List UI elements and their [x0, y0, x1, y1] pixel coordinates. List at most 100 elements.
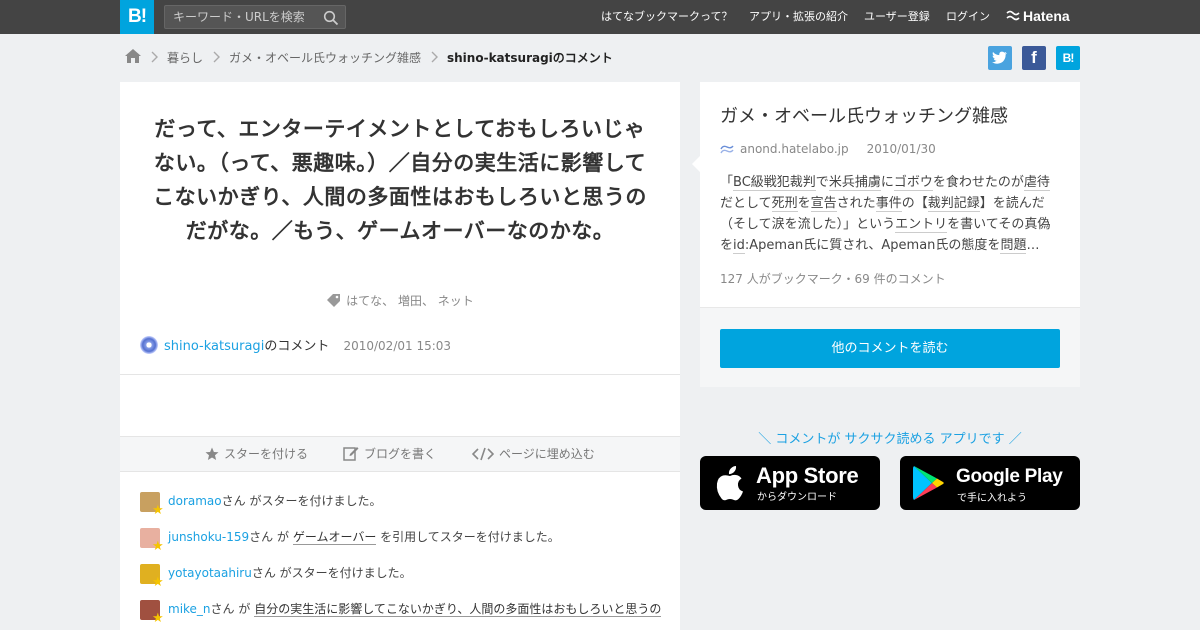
quoted-text[interactable]: 自分の実生活に影響してこないかぎり、人間の多面性はおもしろいと思うの	[254, 602, 662, 617]
star-user-link[interactable]: junshoku-159	[168, 530, 249, 544]
comment-tags: はてな、 増田、 ネット	[120, 292, 680, 309]
nav-login-link[interactable]: ログイン	[946, 0, 990, 34]
chevron-right-icon	[151, 51, 158, 63]
hatena-brand-link[interactable]: Hatena	[1006, 0, 1070, 34]
author-link[interactable]: shino-katsuragi	[164, 339, 264, 354]
tag-icon	[327, 294, 341, 307]
keyword-link[interactable]: 問題	[1000, 238, 1027, 254]
comment-card: だって、エンターテイメントとしておもしろいじゃない。（って、悪趣味。）／自分の実…	[120, 82, 680, 630]
share-twitter-button[interactable]	[988, 46, 1012, 70]
star-icon: ★	[152, 539, 164, 554]
breadcrumb-category[interactable]: 暮らし	[167, 49, 203, 66]
desc-text: で	[815, 175, 829, 190]
nav-signup-link[interactable]: ユーザー登録	[864, 0, 930, 34]
search-input[interactable]	[173, 9, 323, 25]
author-suffix: のコメント	[264, 339, 330, 354]
list-item: ★ yotayotaahiruさん がスターを付けました。	[140, 564, 670, 600]
desc-text: を食わせたのが	[932, 175, 1024, 190]
code-icon	[471, 447, 495, 461]
action-bar: スターを付ける ブログを書く ページに埋め込む	[120, 436, 680, 472]
entry-description: 「BC級戦犯裁判で米兵捕虜にゴボウを食わせたのが虐待だとして死刑を宣告された事件…	[720, 172, 1055, 256]
keyword-link[interactable]: BC級戦犯裁判	[733, 175, 816, 191]
home-icon[interactable]	[124, 48, 142, 64]
hatena-mark-icon	[1006, 10, 1020, 21]
star-text: を引用してスターを付けました。	[376, 530, 560, 544]
hatena-bookmark-logo[interactable]: B!	[120, 0, 154, 34]
read-more-comments-button[interactable]: 他のコメントを読む	[720, 329, 1060, 368]
tag-list[interactable]: はてな、 増田、 ネット	[346, 294, 474, 308]
search-box	[164, 5, 346, 29]
keyword-link[interactable]: 米兵捕虜	[828, 175, 881, 191]
chevron-right-icon	[431, 51, 438, 63]
app-promo-text: ＼ コメントが サクサク読める アプリです ／	[758, 432, 1022, 447]
divider	[120, 374, 680, 375]
write-blog-button[interactable]: ブログを書く	[343, 437, 436, 471]
avatar[interactable]	[140, 336, 158, 354]
embed-button[interactable]: ページに埋め込む	[471, 437, 595, 471]
google-play-badge[interactable]: Google Play で手に入れよう	[900, 456, 1080, 510]
search-icon[interactable]	[323, 10, 339, 26]
desc-text: …	[1026, 238, 1040, 253]
entry-card: ガメ・オベール氏ウォッチング雑感 anond.hatelabo.jp 2010/0…	[692, 82, 1080, 387]
nav-about-link[interactable]: はてなブックマークって？	[601, 0, 732, 34]
entry-title[interactable]: ガメ・オベール氏ウォッチング雑感	[720, 102, 1008, 128]
desc-text: された	[836, 196, 876, 211]
breadcrumb-entry[interactable]: ガメ・オベール氏ウォッチング雑感	[229, 49, 421, 66]
site-favicon-icon	[720, 145, 734, 154]
card-pointer	[692, 156, 700, 172]
embed-label: ページに埋め込む	[499, 447, 595, 461]
star-text: さん がスターを付けました。	[251, 566, 412, 580]
app-store-title: App Store	[756, 463, 859, 488]
top-header: B! はてなブックマークって？ アプリ・拡張の紹介 ユーザー登録 ログイン Ha…	[0, 0, 1200, 34]
share-hatena-button[interactable]: B!	[1056, 46, 1080, 70]
comment-timestamp[interactable]: 2010/02/01 15:03	[343, 339, 451, 353]
keyword-link[interactable]: 虐待	[1023, 175, 1050, 191]
keyword-link[interactable]: 宣告	[810, 196, 837, 212]
star-icon: ★	[152, 611, 164, 626]
keyword-link[interactable]: 死刑	[771, 196, 798, 212]
keyword-link[interactable]: 事件	[875, 196, 902, 212]
desc-text: を	[797, 196, 811, 211]
chevron-right-icon	[213, 51, 220, 63]
apple-icon	[716, 466, 743, 501]
nav-apps-link[interactable]: アプリ・拡張の紹介	[749, 0, 848, 34]
google-play-icon	[913, 466, 944, 500]
breadcrumb-current: shino-katsuragiのコメント	[447, 51, 613, 65]
comment-author-row: shino-katsuragiのコメント 2010/02/01 15:03	[140, 336, 451, 356]
list-item: ★ mike_nさん が 自分の実生活に影響してこないかぎり、人間の多面性はおも…	[140, 600, 670, 630]
keyword-link[interactable]: ゴボウ	[893, 175, 933, 191]
desc-text: だとして	[720, 196, 772, 211]
entry-footer: 他のコメントを読む	[700, 307, 1080, 387]
edit-icon	[343, 447, 359, 461]
star-user-link[interactable]: doramao	[168, 494, 222, 508]
add-star-button[interactable]: スターを付ける	[205, 437, 308, 471]
write-blog-label: ブログを書く	[364, 447, 437, 461]
quoted-text[interactable]: ゲームオーバー	[292, 530, 377, 545]
star-text: さん がスターを付けました。	[221, 494, 382, 508]
list-item: ★ doramaoさん がスターを付けました。	[140, 492, 670, 528]
star-icon	[205, 447, 219, 460]
entry-date: 2010/01/30	[866, 142, 936, 156]
share-facebook-button[interactable]: f	[1022, 46, 1046, 70]
desc-text: の【	[901, 196, 928, 211]
entry-site[interactable]: anond.hatelabo.jp	[740, 142, 849, 156]
star-user-link[interactable]: mike_n	[168, 602, 211, 616]
star-text: さん が	[249, 530, 293, 544]
star-icon: ★	[152, 575, 164, 590]
keyword-link[interactable]: エントリ	[895, 217, 948, 233]
comment-text: だって、エンターテイメントとしておもしろいじゃない。（って、悪趣味。）／自分の実…	[153, 117, 647, 243]
desc-text: :Apeman氏に質され、Apeman氏の態度を	[744, 238, 1001, 253]
add-star-label: スターを付ける	[224, 447, 309, 461]
entry-meta: anond.hatelabo.jp 2010/01/30	[720, 142, 936, 156]
keyword-link[interactable]: 裁判記録	[927, 196, 980, 212]
star-icon: ★	[152, 503, 164, 518]
google-play-title: Google Play	[956, 466, 1063, 487]
app-store-badge[interactable]: App Store からダウンロード	[700, 456, 880, 510]
star-user-link[interactable]: yotayotaahiru	[168, 566, 252, 580]
app-store-subtitle: からダウンロード	[757, 492, 837, 503]
star-list: ★ doramaoさん がスターを付けました。 ★ junshoku-159さん…	[140, 492, 670, 630]
entry-stats[interactable]: 127 人がブックマーク・69 件のコメント	[720, 270, 946, 287]
twitter-icon	[992, 51, 1007, 64]
star-text: さん が	[210, 602, 255, 616]
keyword-link[interactable]: id	[733, 238, 745, 254]
